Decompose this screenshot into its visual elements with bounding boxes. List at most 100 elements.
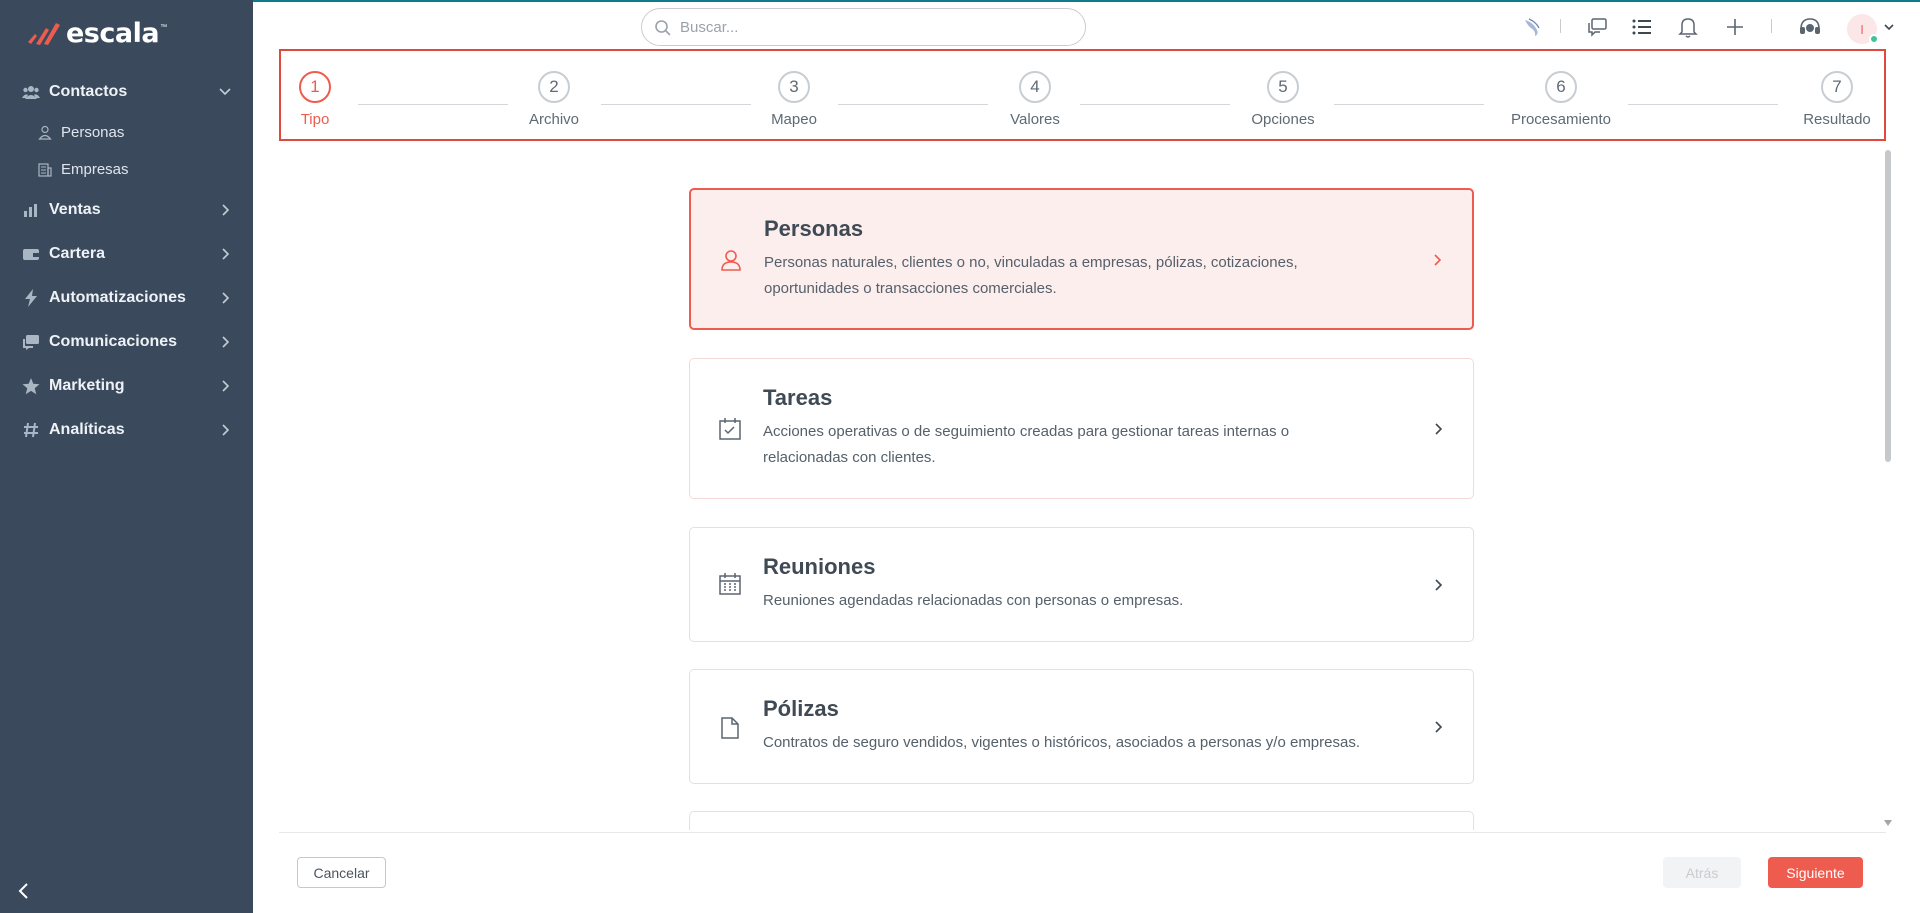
document-icon	[721, 717, 739, 739]
collapse-sidebar-icon[interactable]	[14, 881, 34, 901]
step-number: 3	[778, 71, 810, 103]
sidebar-item-label: Ventas	[49, 201, 101, 218]
card-title: Reuniones	[763, 554, 876, 579]
search-icon	[655, 20, 671, 36]
chevron-down-icon	[219, 88, 231, 96]
sidebar-item-label: Automatizaciones	[49, 289, 186, 306]
step-label: Valores	[1010, 111, 1060, 128]
step-connector	[1080, 104, 1230, 105]
cancel-button[interactable]: Cancelar	[297, 857, 386, 888]
chevron-right-icon	[1435, 579, 1443, 591]
sidebar-item-cartera[interactable]: Cartera	[0, 232, 253, 276]
sidebar-subitem-personas[interactable]: Personas	[0, 114, 253, 151]
step-label: Procesamiento	[1510, 111, 1612, 128]
sidebar-item-comunicaciones[interactable]: Comunicaciones	[0, 320, 253, 364]
import-type-card-polizas[interactable]: Pólizas Contratos de seguro vendidos, vi…	[689, 669, 1474, 784]
step-archivo[interactable]: 2 Archivo	[522, 71, 586, 128]
import-type-card-tareas[interactable]: Tareas Acciones operativas o de seguimie…	[689, 358, 1474, 499]
step-tipo[interactable]: 1 Tipo	[290, 71, 340, 128]
top-bar: I	[253, 0, 1920, 50]
headset-icon[interactable]	[1797, 14, 1823, 40]
card-description: Reuniones agendadas relacionadas con per…	[763, 592, 1184, 609]
sidebar-nav: Contactos Personas Empresas Ventas Carte…	[0, 70, 253, 452]
search-box[interactable]	[641, 8, 1086, 46]
step-connector	[1334, 104, 1484, 105]
sidebar: escala ™ Contactos Personas Empresas Ven…	[0, 0, 253, 913]
step-label: Archivo	[528, 111, 580, 128]
step-number: 1	[299, 71, 331, 103]
sidebar-item-analiticas[interactable]: Analíticas	[0, 408, 253, 452]
step-label: Opciones	[1251, 111, 1315, 128]
step-connector	[1628, 104, 1778, 105]
chevron-right-icon	[1435, 721, 1443, 733]
step-connector	[358, 104, 508, 105]
step-procesamiento[interactable]: 6 Procesamiento	[1503, 71, 1619, 128]
online-status-dot	[1869, 34, 1879, 44]
chat-icon	[22, 333, 40, 351]
step-label: Tipo	[300, 111, 330, 128]
step-mapeo[interactable]: 3 Mapeo	[764, 71, 824, 128]
step-label: Mapeo	[771, 111, 817, 128]
chevron-right-icon	[222, 380, 230, 392]
import-type-list: Personas Personas naturales, clientes o …	[279, 143, 1886, 830]
users-icon	[22, 83, 40, 101]
sidebar-subitem-empresas[interactable]: Empresas	[0, 151, 253, 188]
escala-logo[interactable]: escala ™	[26, 17, 168, 49]
bird-icon[interactable]	[1519, 14, 1545, 40]
step-label: Resultado	[1803, 111, 1871, 128]
star-icon	[22, 377, 40, 395]
import-type-card-partial[interactable]	[689, 811, 1474, 830]
sidebar-item-contactos[interactable]: Contactos	[0, 70, 253, 114]
step-number: 4	[1019, 71, 1051, 103]
list-icon[interactable]	[1629, 14, 1655, 40]
card-title: Tareas	[763, 385, 833, 410]
import-stepper: 1 Tipo 2 Archivo 3 Mapeo 4 Valores 5 Opc…	[279, 49, 1886, 141]
import-type-card-personas[interactable]: Personas Personas naturales, clientes o …	[689, 188, 1474, 330]
hash-icon	[22, 421, 40, 439]
sidebar-item-label: Cartera	[49, 245, 106, 262]
person-icon	[38, 125, 52, 140]
step-number: 6	[1545, 71, 1577, 103]
bolt-icon	[22, 289, 40, 307]
sidebar-item-label: Contactos	[49, 83, 128, 100]
step-connector	[838, 104, 988, 105]
step-number: 2	[538, 71, 570, 103]
sidebar-item-marketing[interactable]: Marketing	[0, 364, 253, 408]
scroll-down-arrow-icon[interactable]	[1884, 820, 1892, 826]
step-number: 5	[1267, 71, 1299, 103]
import-type-card-reuniones[interactable]: Reuniones Reuniones agendadas relacionad…	[689, 527, 1474, 642]
card-title: Personas	[764, 216, 864, 241]
chart-icon	[22, 201, 40, 219]
sidebar-item-label: Analíticas	[49, 421, 125, 438]
back-button[interactable]: Atrás	[1663, 857, 1741, 888]
step-opciones[interactable]: 5 Opciones	[1245, 71, 1321, 128]
step-resultado[interactable]: 7 Resultado	[1795, 71, 1879, 128]
sidebar-item-label: Marketing	[49, 377, 125, 394]
sidebar-item-automatizaciones[interactable]: Automatizaciones	[0, 276, 253, 320]
chevron-right-icon	[222, 336, 230, 348]
logo-trademark: ™	[160, 24, 168, 31]
chevron-right-icon	[1435, 423, 1443, 435]
chevron-down-icon[interactable]	[1883, 21, 1895, 33]
bell-icon[interactable]	[1675, 14, 1701, 40]
logo-text: escala	[66, 17, 160, 49]
sidebar-subitem-label: Personas	[61, 124, 125, 141]
chevron-right-icon	[222, 292, 230, 304]
step-valores[interactable]: 4 Valores	[1000, 71, 1070, 128]
toolbar-separator	[1560, 19, 1561, 33]
chat-bubbles-icon[interactable]	[1584, 14, 1610, 40]
card-description: Personas naturales, clientes o no, vincu…	[764, 254, 1298, 297]
next-button[interactable]: Siguiente	[1768, 857, 1863, 888]
building-icon	[38, 163, 52, 177]
card-title: Pólizas	[763, 696, 839, 721]
sidebar-item-ventas[interactable]: Ventas	[0, 188, 253, 232]
chevron-right-icon	[222, 204, 230, 216]
step-number: 7	[1821, 71, 1853, 103]
scrollbar-thumb[interactable]	[1885, 150, 1891, 462]
wizard-footer: Cancelar Atrás Siguiente	[279, 832, 1886, 913]
search-input[interactable]	[680, 18, 1060, 36]
card-description: Contratos de seguro vendidos, vigentes o…	[763, 734, 1360, 751]
plus-icon[interactable]	[1722, 14, 1748, 40]
sidebar-subitem-label: Empresas	[61, 161, 129, 178]
chevron-right-icon	[222, 248, 230, 260]
